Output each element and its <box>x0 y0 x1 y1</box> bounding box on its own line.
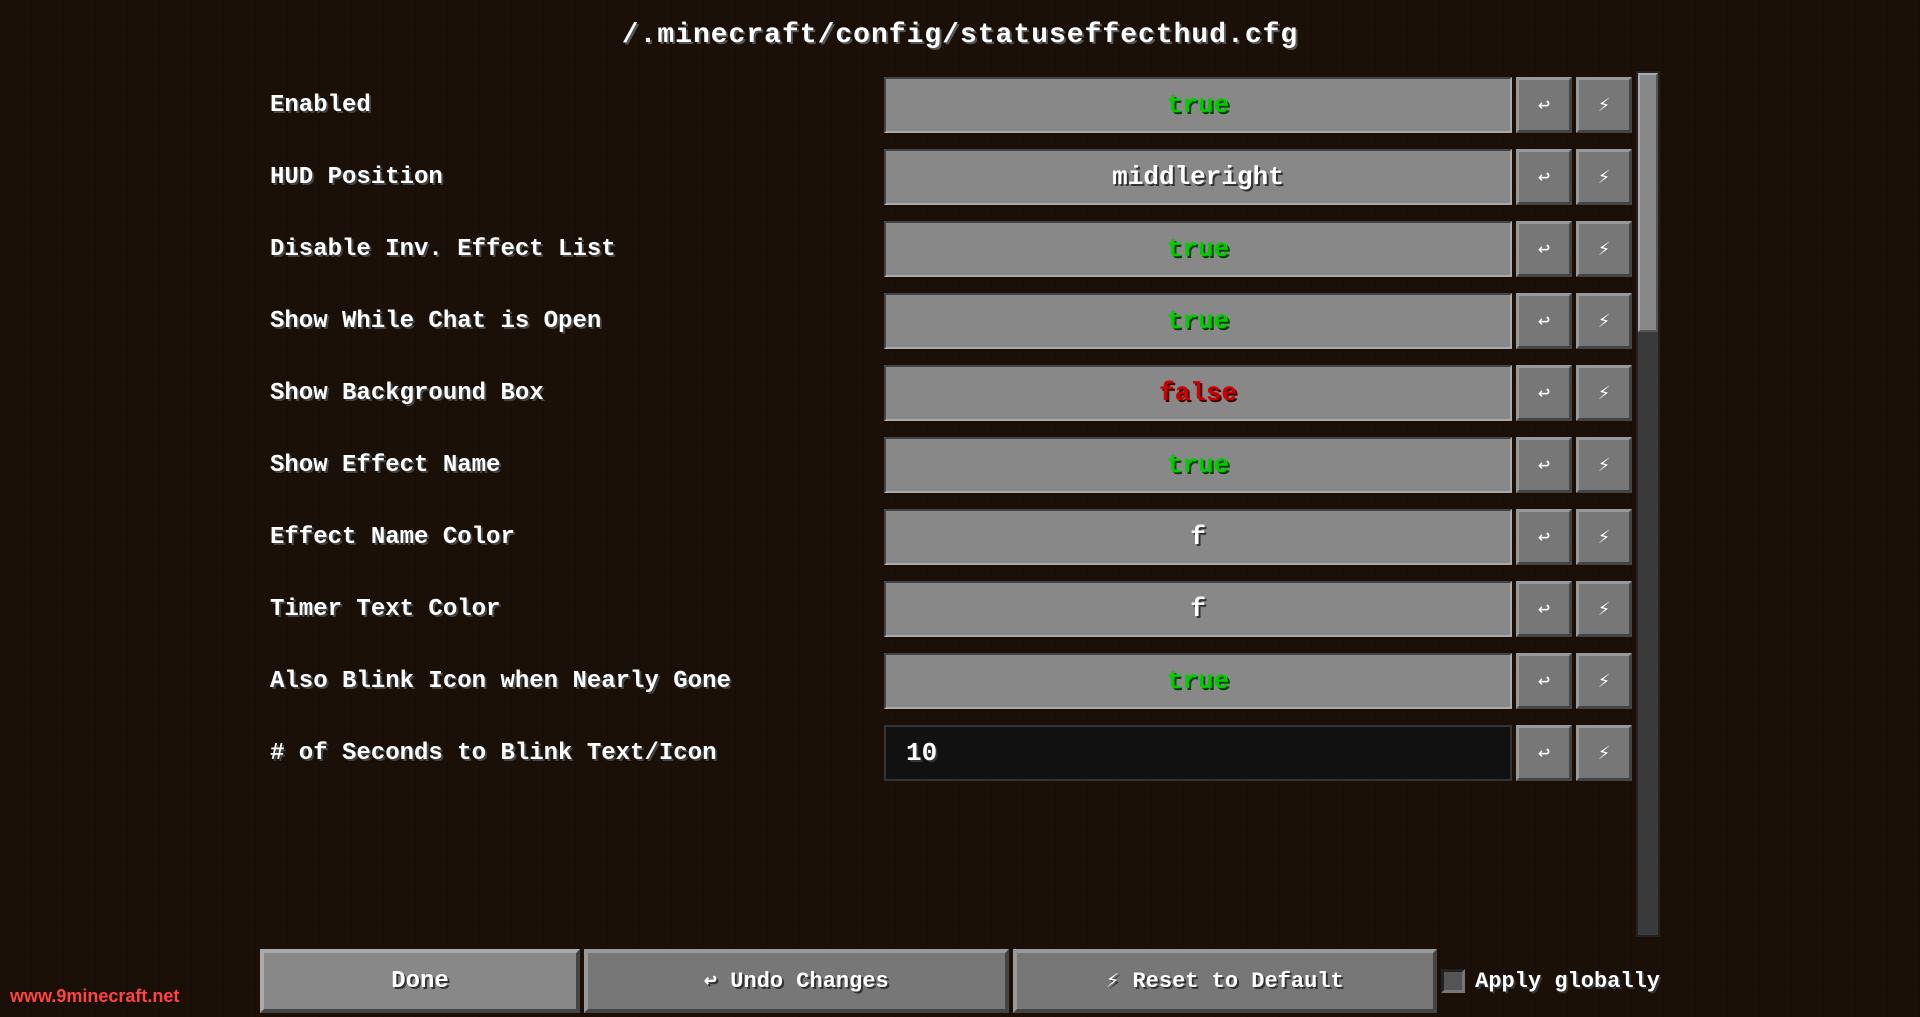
reset-row-btn-2[interactable]: ⚡ <box>1576 221 1632 277</box>
config-row: Show While Chat is Opentrue↩⚡ <box>260 287 1632 355</box>
label-5: Show Effect Name <box>260 452 880 479</box>
undo-row-btn-3[interactable]: ↩ <box>1516 293 1572 349</box>
value-btn-9[interactable]: 10 <box>884 725 1512 781</box>
apply-globally-checkbox[interactable] <box>1441 969 1465 993</box>
label-3: Show While Chat is Open <box>260 308 880 335</box>
value-btn-4[interactable]: false <box>884 365 1512 421</box>
undo-row-btn-9[interactable]: ↩ <box>1516 725 1572 781</box>
watermark-name: 9minecraft <box>56 986 147 1006</box>
apply-globally-toggle[interactable]: Apply globally <box>1441 969 1660 994</box>
value-btn-6[interactable]: f <box>884 509 1512 565</box>
reset-row-btn-3[interactable]: ⚡ <box>1576 293 1632 349</box>
label-9: # of Seconds to Blink Text/Icon <box>260 740 880 767</box>
watermark-prefix: www. <box>10 986 56 1006</box>
undo-row-btn-5[interactable]: ↩ <box>1516 437 1572 493</box>
undo-row-btn-1[interactable]: ↩ <box>1516 149 1572 205</box>
undo-row-btn-2[interactable]: ↩ <box>1516 221 1572 277</box>
config-row: # of Seconds to Blink Text/Icon10↩⚡ <box>260 719 1632 787</box>
config-row: Effect Name Colorf↩⚡ <box>260 503 1632 571</box>
page-title: /.minecraft/config/statuseffecthud.cfg <box>622 20 1299 51</box>
label-2: Disable Inv. Effect List <box>260 236 880 263</box>
reset-row-btn-9[interactable]: ⚡ <box>1576 725 1632 781</box>
scrollbar-thumb[interactable] <box>1638 73 1658 332</box>
watermark-suffix: .net <box>147 986 179 1006</box>
config-row: Timer Text Colorf↩⚡ <box>260 575 1632 643</box>
config-row: Also Blink Icon when Nearly Gonetrue↩⚡ <box>260 647 1632 715</box>
config-row: Show Effect Nametrue↩⚡ <box>260 431 1632 499</box>
label-1: HUD Position <box>260 164 880 191</box>
undo-row-btn-6[interactable]: ↩ <box>1516 509 1572 565</box>
value-btn-3[interactable]: true <box>884 293 1512 349</box>
done-button[interactable]: Done <box>260 949 580 1013</box>
reset-row-btn-8[interactable]: ⚡ <box>1576 653 1632 709</box>
value-btn-0[interactable]: true <box>884 77 1512 133</box>
label-7: Timer Text Color <box>260 596 880 623</box>
label-8: Also Blink Icon when Nearly Gone <box>260 668 880 695</box>
watermark: www.9minecraft.net <box>10 986 179 1007</box>
config-row: Enabledtrue↩⚡ <box>260 71 1632 139</box>
reset-row-btn-0[interactable]: ⚡ <box>1576 77 1632 133</box>
config-row: Show Background Boxfalse↩⚡ <box>260 359 1632 427</box>
undo-row-btn-7[interactable]: ↩ <box>1516 581 1572 637</box>
undo-row-btn-8[interactable]: ↩ <box>1516 653 1572 709</box>
value-btn-5[interactable]: true <box>884 437 1512 493</box>
undo-row-btn-0[interactable]: ↩ <box>1516 77 1572 133</box>
value-btn-7[interactable]: f <box>884 581 1512 637</box>
label-0: Enabled <box>260 92 880 119</box>
reset-row-btn-6[interactable]: ⚡ <box>1576 509 1632 565</box>
label-4: Show Background Box <box>260 380 880 407</box>
value-btn-2[interactable]: true <box>884 221 1512 277</box>
undo-button[interactable]: ↩ Undo Changes <box>584 949 1009 1013</box>
config-row: HUD Positionmiddleright↩⚡ <box>260 143 1632 211</box>
config-row: Disable Inv. Effect Listtrue↩⚡ <box>260 215 1632 283</box>
apply-globally-label: Apply globally <box>1475 969 1660 994</box>
reset-row-btn-4[interactable]: ⚡ <box>1576 365 1632 421</box>
value-btn-8[interactable]: true <box>884 653 1512 709</box>
undo-row-btn-4[interactable]: ↩ <box>1516 365 1572 421</box>
value-btn-1[interactable]: middleright <box>884 149 1512 205</box>
label-6: Effect Name Color <box>260 524 880 551</box>
reset-row-btn-1[interactable]: ⚡ <box>1576 149 1632 205</box>
reset-row-btn-5[interactable]: ⚡ <box>1576 437 1632 493</box>
scrollbar[interactable] <box>1636 71 1660 937</box>
reset-button[interactable]: ⚡ Reset to Default <box>1013 949 1438 1013</box>
reset-row-btn-7[interactable]: ⚡ <box>1576 581 1632 637</box>
footer-bar: Done ↩ Undo Changes ⚡ Reset to Default A… <box>260 945 1660 1017</box>
